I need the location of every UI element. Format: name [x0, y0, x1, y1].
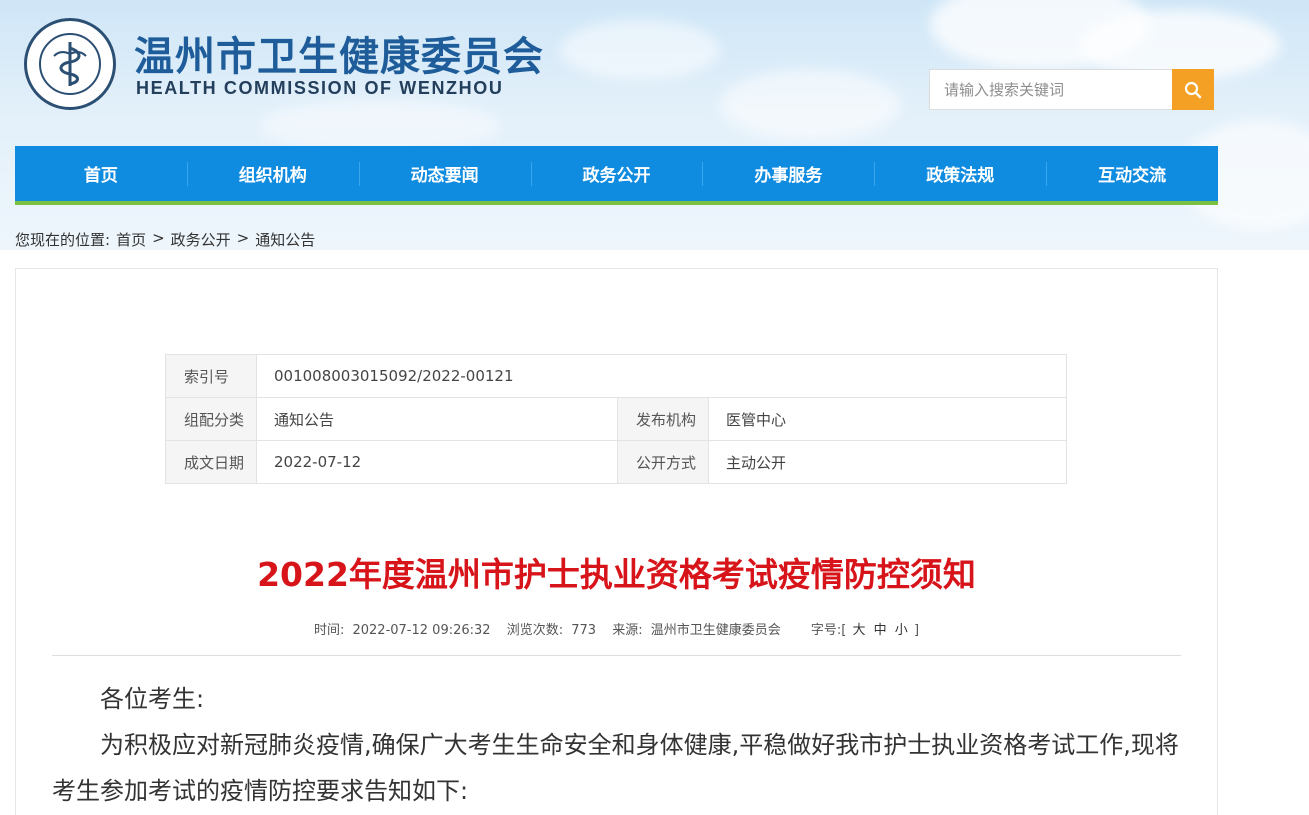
nav-item-policies[interactable]: 政策法规 — [874, 146, 1046, 201]
article-paragraph: 为积极应对新冠肺炎疫情,确保广大考生生命安全和身体健康,平稳做好我市护士执业资格… — [52, 731, 1179, 805]
font-size-small[interactable]: 小 — [895, 623, 908, 638]
article-title: 2022年度温州市护士执业资格考试疫情防控须知 — [257, 555, 976, 594]
index-value: 001008003015092/2022-00121 — [256, 354, 1067, 398]
views-label: 浏览次数: — [506, 623, 564, 638]
article-paragraph: 各位考生: — [100, 685, 205, 713]
index-label: 索引号 — [165, 354, 257, 398]
site-title-cn: 温州市卫生健康委员会 — [134, 33, 544, 80]
source-value: 温州市卫生健康委员会 — [650, 623, 781, 638]
nav-item-gov-affairs[interactable]: 政务公开 — [530, 146, 703, 201]
nav-item-services[interactable]: 办事服务 — [702, 146, 874, 201]
views-count: 773 — [571, 623, 597, 638]
caduceus-emblem-icon — [24, 18, 116, 110]
breadcrumb-prefix: 您现在的位置: — [15, 231, 111, 249]
nav-item-organization[interactable]: 组织机构 — [186, 146, 359, 201]
search-icon — [1184, 81, 1202, 98]
time-label: 时间: — [313, 623, 345, 638]
nav-item-home[interactable]: 首页 — [15, 146, 187, 201]
main-nav: 首页 组织机构 动态要闻 政务公开 办事服务 政策法规 互动交流 — [15, 146, 1218, 205]
breadcrumb-separator: > — [236, 229, 250, 247]
date-value: 2022-07-12 — [256, 440, 618, 484]
publisher-label: 发布机构 — [617, 397, 709, 441]
public-method-label: 公开方式 — [617, 440, 709, 484]
search-input[interactable] — [930, 70, 1172, 109]
article-body: 各位考生: 为积极应对新冠肺炎疫情,确保广大考生生命安全和身体健康,平稳做好我市… — [52, 676, 1181, 814]
breadcrumb: 您现在的位置: 首页 > 政务公开 > 通知公告 — [15, 229, 315, 250]
time-value: 2022-07-12 09:26:32 — [352, 623, 491, 638]
breadcrumb-link-notices[interactable]: 通知公告 — [255, 229, 315, 250]
font-size-control: 字号:[ 大 中 小 ] — [811, 623, 919, 638]
breadcrumb-link-home[interactable]: 首页 — [116, 229, 146, 250]
font-size-close: ] — [913, 623, 920, 638]
site-title-en: HEALTH COMMISSION OF WENZHOU — [136, 78, 504, 98]
breadcrumb-separator: > — [152, 229, 165, 247]
public-method-value: 主动公开 — [708, 440, 1067, 484]
breadcrumb-link-gov-affairs[interactable]: 政务公开 — [171, 229, 231, 250]
divider — [52, 655, 1181, 656]
search-button[interactable] — [1172, 69, 1214, 110]
font-size-label: 字号:[ — [810, 623, 847, 638]
font-size-medium[interactable]: 中 — [874, 623, 887, 638]
document-meta-table: 索引号 001008003015092/2022-00121 组配分类 通知公告… — [165, 354, 1067, 484]
site-logo[interactable]: 温州市卫生健康委员会 HEALTH COMMISSION OF WENZHOU — [24, 18, 544, 113]
article-info: 时间: 2022-07-12 09:26:32 浏览次数: 773 来源: 温州… — [15, 619, 1218, 638]
publisher-value: 医管中心 — [708, 397, 1067, 441]
date-label: 成文日期 — [165, 440, 257, 484]
category-value: 通知公告 — [256, 397, 618, 441]
category-label: 组配分类 — [165, 397, 257, 441]
nav-item-news[interactable]: 动态要闻 — [358, 146, 531, 201]
source-label: 来源: — [612, 623, 643, 638]
search-box — [929, 69, 1214, 110]
font-size-large[interactable]: 大 — [852, 623, 865, 638]
nav-item-interaction[interactable]: 互动交流 — [1046, 146, 1218, 201]
